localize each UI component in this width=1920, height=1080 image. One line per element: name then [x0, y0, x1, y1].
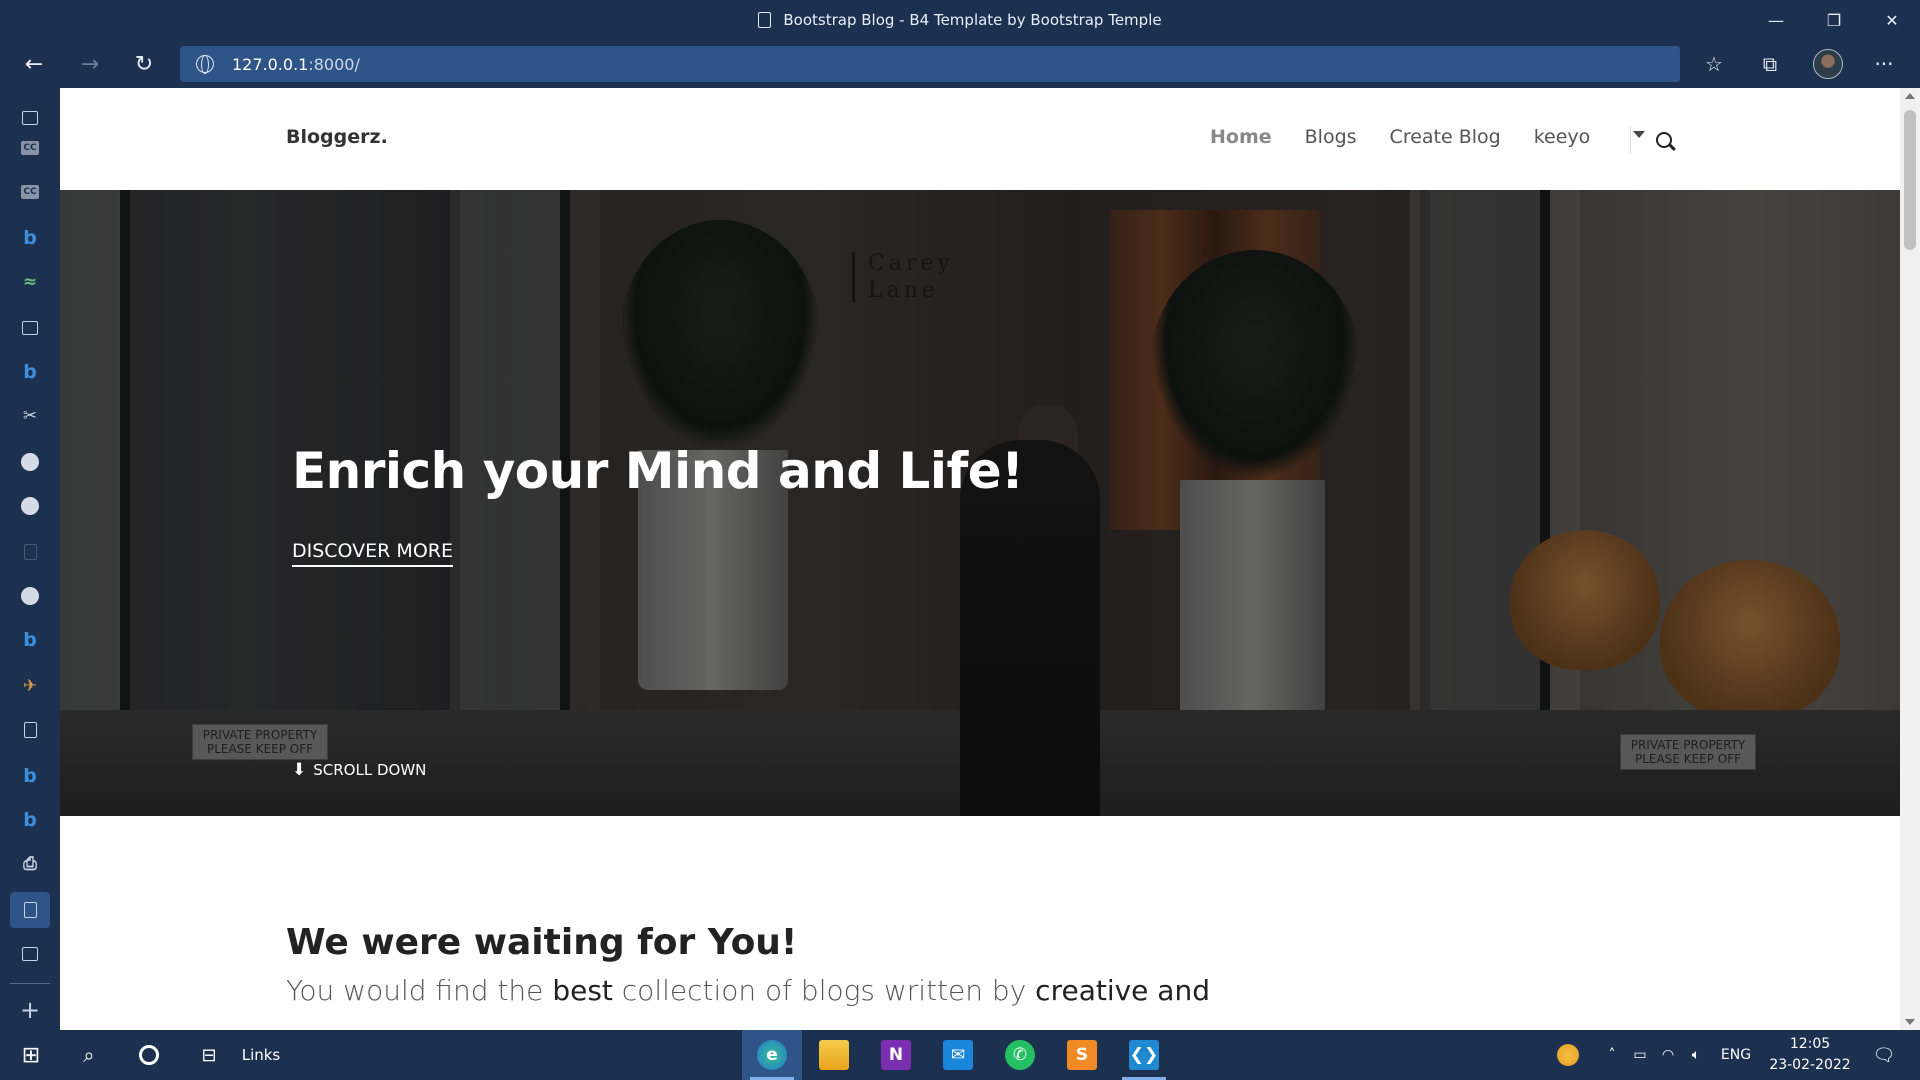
- clock-date: 23-02-2022: [1769, 1057, 1851, 1073]
- bing-tab-icon[interactable]: b: [10, 802, 50, 838]
- nav-divider: [1630, 126, 1631, 154]
- onenote-app-icon[interactable]: N: [866, 1030, 926, 1080]
- restore-button[interactable]: ❐: [1806, 0, 1862, 40]
- forward-arrow-icon[interactable]: →: [70, 44, 110, 84]
- blank-tab-icon[interactable]: [10, 534, 50, 570]
- more-ellipsis-icon[interactable]: ···: [1864, 44, 1904, 84]
- nav-blogs-link[interactable]: Blogs: [1305, 126, 1357, 148]
- link-tab-icon[interactable]: ≈: [10, 264, 50, 300]
- tab-title: Bootstrap Blog - B4 Template by Bootstra…: [783, 11, 1162, 29]
- document-icon: [758, 12, 772, 28]
- cortana-icon[interactable]: [126, 1030, 172, 1080]
- language-indicator[interactable]: ENG: [1714, 1030, 1758, 1080]
- nav-create-blog-link[interactable]: Create Blog: [1390, 126, 1501, 148]
- file-explorer-app-icon[interactable]: [804, 1030, 864, 1080]
- reload-icon[interactable]: ↻: [124, 44, 164, 84]
- page-tab-icon-active[interactable]: [10, 892, 50, 928]
- github-tab-icon[interactable]: [10, 444, 50, 480]
- vertical-tabs-panel: CC CC b ≈ b ✂ b ✈ b b ⎙ +: [0, 88, 60, 1030]
- printer-tab-icon[interactable]: ⎙: [10, 846, 50, 882]
- hero-section: Carey Lane PRIVATE PROPERTY PLEASE KEEP O…: [60, 190, 1900, 816]
- browser-toolbar: ← → ↻ 127.0.0.1:8000/ ☆ ⧉ ···: [0, 40, 1920, 88]
- scroll-thumb[interactable]: [1904, 110, 1916, 250]
- url-host[interactable]: 127.0.0.1: [232, 55, 308, 74]
- web-content: Bloggerz. Home Blogs Create Blog keeyo C…: [60, 88, 1900, 1030]
- site-nav-links: Home Blogs Create Blog keeyo: [1210, 126, 1711, 148]
- avatar: [1813, 49, 1843, 79]
- discover-more-link[interactable]: DISCOVER MORE: [292, 540, 453, 567]
- bing-tab-icon[interactable]: b: [10, 622, 50, 658]
- battery-icon[interactable]: ▭: [1626, 1030, 1654, 1080]
- vscode-app-icon[interactable]: ❮❯: [1114, 1030, 1174, 1080]
- mail-app-icon[interactable]: ✉: [928, 1030, 988, 1080]
- windows-start-icon[interactable]: ⊞: [8, 1030, 54, 1080]
- bing-tab-icon[interactable]: b: [10, 354, 50, 390]
- favorites-star-icon[interactable]: ☆: [1694, 44, 1734, 84]
- wifi-icon[interactable]: ◠: [1654, 1030, 1682, 1080]
- clock-time: 12:05: [1789, 1036, 1831, 1052]
- profile-avatar-button[interactable]: [1808, 44, 1848, 84]
- close-button[interactable]: ✕: [1864, 0, 1920, 40]
- scissors-tab-icon[interactable]: ✂: [10, 398, 50, 434]
- user-name: keeyo: [1533, 126, 1591, 148]
- search-icon[interactable]: [1656, 132, 1672, 148]
- intro-text: You would find the best collection of bl…: [286, 974, 1210, 1007]
- tabs-divider: [10, 983, 50, 984]
- hero-overlay: [60, 190, 1900, 816]
- taskbar-clock[interactable]: 12:05 23-02-2022: [1760, 1034, 1860, 1076]
- hero-heading: Enrich your Mind and Life!: [292, 442, 1024, 500]
- new-tab-icon[interactable]: +: [10, 992, 50, 1028]
- window-tab-icon[interactable]: [10, 936, 50, 972]
- site-navbar: Bloggerz. Home Blogs Create Blog keeyo: [60, 88, 1900, 190]
- task-view-icon[interactable]: ⊟: [186, 1030, 232, 1080]
- cc-tab-icon[interactable]: CC: [10, 174, 50, 210]
- url-path[interactable]: :8000/: [308, 55, 360, 74]
- site-brand[interactable]: Bloggerz.: [286, 126, 388, 148]
- rocket-tab-icon[interactable]: ✈: [10, 668, 50, 704]
- window-tab-icon[interactable]: [10, 310, 50, 346]
- minimize-button[interactable]: —: [1748, 0, 1804, 40]
- chevron-up-icon[interactable]: ˄: [1598, 1030, 1626, 1080]
- window-title: Bootstrap Blog - B4 Template by Bootstra…: [0, 0, 1920, 40]
- chevron-down-icon: [1633, 131, 1646, 138]
- links-toolbar[interactable]: Links: [236, 1030, 286, 1080]
- notification-icon[interactable]: 🗨︎: [1864, 1030, 1904, 1080]
- nav-home-link[interactable]: Home: [1210, 126, 1272, 148]
- intro-section: We were waiting for You! You would find …: [60, 816, 1900, 1030]
- weather-icon[interactable]: [1550, 1030, 1586, 1080]
- volume-icon[interactable]: 🔈︎: [1682, 1030, 1710, 1080]
- collections-icon[interactable]: ⧉: [1750, 44, 1790, 84]
- github-tab-icon[interactable]: [10, 488, 50, 524]
- github-tab-icon[interactable]: [10, 578, 50, 614]
- scroll-down-link[interactable]: ⬇ SCROLL DOWN: [292, 760, 426, 780]
- bing-tab-icon[interactable]: b: [10, 758, 50, 794]
- scroll-down-label: SCROLL DOWN: [313, 761, 427, 779]
- search-icon[interactable]: ⌕: [66, 1030, 112, 1080]
- browser-title-bar: Bootstrap Blog - B4 Template by Bootstra…: [0, 0, 1920, 40]
- page-tab-icon[interactable]: [10, 712, 50, 748]
- whatsapp-app-icon[interactable]: ✆: [990, 1030, 1050, 1080]
- cc-tab-icon[interactable]: CC: [10, 130, 50, 166]
- intro-heading: We were waiting for You!: [286, 922, 798, 963]
- globe-icon: [196, 55, 214, 74]
- bing-tab-icon[interactable]: b: [10, 220, 50, 256]
- windows-taskbar: ⊞ ⌕ ⊟ Links e N ✉ ✆ S ❮❯ ˄ ▭ ◠ 🔈︎ ENG 12…: [0, 1030, 1920, 1080]
- scroll-up-icon[interactable]: [1905, 93, 1915, 99]
- scroll-down-icon[interactable]: [1905, 1019, 1915, 1025]
- address-bar[interactable]: 127.0.0.1:8000/: [180, 46, 1680, 82]
- edge-app-icon[interactable]: e: [742, 1030, 802, 1080]
- sublime-text-app-icon[interactable]: S: [1052, 1030, 1112, 1080]
- back-arrow-icon[interactable]: ←: [14, 44, 54, 84]
- page-scrollbar[interactable]: [1900, 88, 1920, 1030]
- arrow-down-icon: ⬇: [292, 760, 307, 780]
